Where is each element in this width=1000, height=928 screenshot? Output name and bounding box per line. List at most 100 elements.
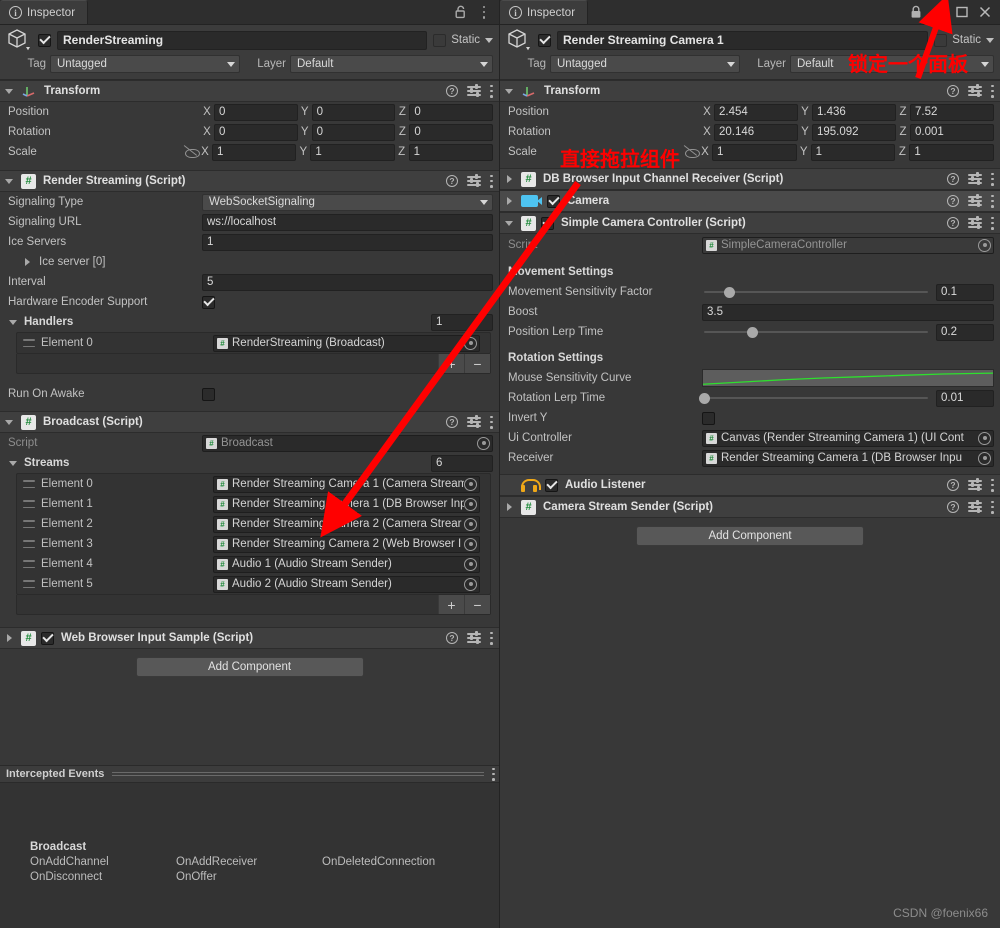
presets-icon[interactable] [968,194,982,207]
layer-dropdown[interactable]: Default [290,55,493,73]
component-menu-icon[interactable] [991,172,994,186]
foldout-arrow-icon[interactable] [504,501,516,513]
position-y-input[interactable]: 0 [311,103,396,121]
slider-knob[interactable] [699,392,711,404]
mouse-sensitivity-curve-field[interactable] [702,369,994,387]
stream-object-field[interactable]: # Render Streaming Camera 2 (Web Browser … [213,535,480,553]
add-stream-button[interactable]: + [438,595,464,614]
scale-z-input[interactable]: 1 [408,143,493,161]
drag-handle-icon[interactable] [23,500,35,508]
add-component-button[interactable]: Add Component [135,657,364,677]
presets-icon[interactable] [968,84,982,97]
component-header-transform[interactable]: Transform ? [0,80,499,102]
static-dropdown-icon[interactable] [485,37,493,43]
panel-menu-icon[interactable] [932,5,946,20]
help-icon[interactable]: ? [947,195,959,207]
invert-y-checkbox[interactable] [702,411,715,425]
layer-dropdown[interactable]: Default [790,55,994,73]
component-enabled-checkbox[interactable] [545,478,558,492]
drag-handle-icon[interactable] [23,480,35,488]
foldout-arrow-icon[interactable] [4,632,16,644]
help-icon[interactable]: ? [947,217,959,229]
panel-menu-icon[interactable] [477,5,491,20]
static-checkbox[interactable] [934,33,948,47]
gameobject-enabled-checkbox[interactable] [38,33,51,47]
run-on-awake-checkbox[interactable] [202,387,215,401]
object-picker-icon[interactable] [464,477,477,491]
presets-icon[interactable] [968,478,982,491]
ui-controller-field[interactable]: # Canvas (Render Streaming Camera 1) (UI… [702,429,994,447]
list-item[interactable]: Element 4 # Audio 1 (Audio Stream Sender) [17,554,490,574]
list-item[interactable]: Element 0 # RenderStreaming (Broadcast) [17,333,490,353]
object-picker-icon[interactable] [978,451,991,465]
object-picker-icon[interactable] [464,577,477,591]
presets-icon[interactable] [467,415,481,428]
component-header-simple-camera-controller[interactable]: # Simple Camera Controller (Script) ? [500,212,1000,234]
component-menu-icon[interactable] [991,478,994,492]
position-z-input[interactable]: 0 [409,103,494,121]
tag-dropdown[interactable]: Untagged [50,55,240,73]
object-picker-icon[interactable] [464,517,477,531]
help-icon[interactable]: ? [947,479,959,491]
foldout-arrow-icon[interactable] [4,416,16,428]
foldout-arrow-icon[interactable] [4,175,16,187]
object-picker-icon[interactable] [978,431,991,445]
component-menu-icon[interactable] [490,631,493,645]
intercepted-events-header[interactable]: Intercepted Events [0,765,499,783]
component-menu-icon[interactable] [490,415,493,429]
object-picker-icon[interactable] [464,557,477,571]
component-header-camera[interactable]: Camera ? [500,190,1000,212]
rotation-z-input[interactable]: 0.001 [910,123,994,141]
presets-icon[interactable] [467,174,481,187]
intercepted-events-menu-icon[interactable] [492,767,495,781]
slider-knob[interactable] [747,326,759,338]
rotation-y-input[interactable]: 195.092 [812,123,896,141]
stream-object-field[interactable]: # Render Streaming Camera 1 (Camera Strea… [213,475,480,493]
component-header-web-browser-input-sample[interactable]: # Web Browser Input Sample (Script) ? [0,627,499,649]
presets-icon[interactable] [968,500,982,513]
list-item[interactable]: Element 3 # Render Streaming Camera 2 (Web… [17,534,490,554]
static-checkbox[interactable] [433,33,447,47]
gameobject-enabled-checkbox[interactable] [538,33,551,47]
rotation-y-input[interactable]: 0 [311,123,396,141]
drag-handle-icon[interactable] [23,520,35,528]
close-icon[interactable] [978,5,992,20]
receiver-field[interactable]: # Render Streaming Camera 1 (DB Browser … [702,449,994,467]
constrain-proportions-icon[interactable] [684,146,700,158]
object-picker-icon[interactable] [464,537,477,551]
ice-server-0-row[interactable]: Ice server [0] [0,252,499,272]
drag-handle-icon[interactable] [23,580,35,588]
help-icon[interactable]: ? [446,175,458,187]
ice-servers-input[interactable]: 1 [202,233,493,251]
gameobject-name-input[interactable]: RenderStreaming [57,30,428,50]
component-menu-icon[interactable] [490,84,493,98]
foldout-arrow-icon[interactable] [504,173,516,185]
component-menu-icon[interactable] [991,500,994,514]
drag-handle-icon[interactable] [23,540,35,548]
help-icon[interactable]: ? [446,632,458,644]
help-icon[interactable]: ? [446,85,458,97]
gameobject-name-input[interactable]: Render Streaming Camera 1 [557,30,929,50]
maximize-icon[interactable] [955,5,969,20]
position-lerp-input[interactable]: 0.2 [936,323,994,341]
rotation-x-input[interactable]: 20.146 [714,123,798,141]
list-item[interactable]: Element 0 # Render Streaming Camera 1 (Cam… [17,474,490,494]
tab-inspector-right[interactable]: i Inspector [500,0,589,24]
help-icon[interactable]: ? [446,416,458,428]
tag-dropdown[interactable]: Untagged [550,55,740,73]
component-enabled-checkbox[interactable] [547,194,560,208]
drag-handle-icon[interactable] [23,339,35,347]
component-menu-icon[interactable] [991,216,994,230]
remove-handler-button[interactable]: − [464,354,490,373]
component-menu-icon[interactable] [991,84,994,98]
handler-object-field[interactable]: # RenderStreaming (Broadcast) [213,334,480,352]
boost-input[interactable]: 3.5 [702,303,994,321]
signaling-type-dropdown[interactable]: WebSocketSignaling [202,193,493,211]
remove-stream-button[interactable]: − [464,595,490,614]
help-icon[interactable]: ? [947,85,959,97]
help-icon[interactable]: ? [947,173,959,185]
presets-icon[interactable] [467,84,481,97]
streams-size-input[interactable]: 6 [431,454,493,472]
object-picker-icon[interactable] [464,497,477,511]
add-handler-button[interactable]: + [438,354,464,373]
